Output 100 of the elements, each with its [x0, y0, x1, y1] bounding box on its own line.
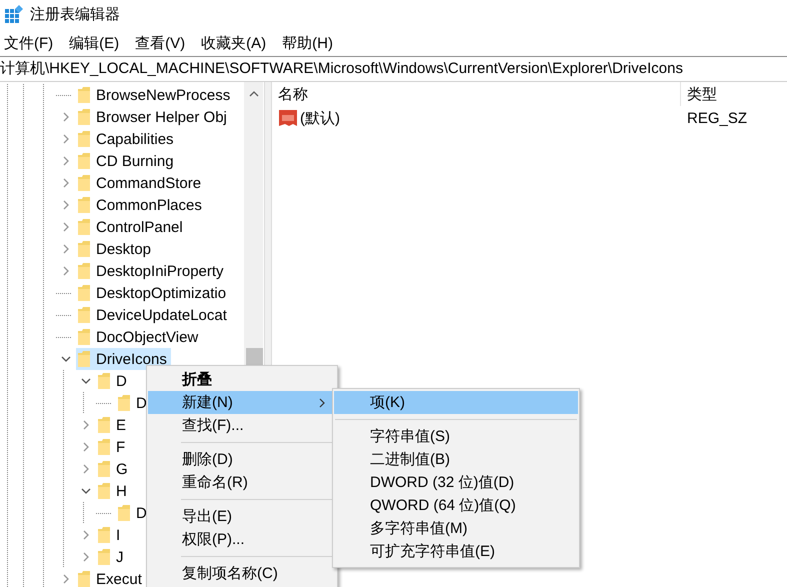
tree-label: Desktop — [96, 240, 152, 258]
menu-item[interactable]: 查看(V) — [131, 32, 192, 54]
tree-label: DesktopIniProperty — [96, 262, 224, 280]
tree-label: E — [116, 416, 126, 434]
expand-chevron-icon[interactable] — [63, 222, 69, 232]
tree-label: D — [136, 394, 147, 412]
folder-icon — [98, 482, 110, 500]
menu-option[interactable]: 重命名(R) — [148, 471, 336, 494]
tree-item[interactable]: DocObjectView — [76, 326, 202, 348]
tree-label: D — [136, 504, 147, 522]
tree-item[interactable]: CommonPlaces — [76, 194, 206, 216]
menu-option[interactable]: 多字符串值(M) — [334, 517, 578, 540]
tree-item[interactable]: J — [96, 546, 128, 568]
tree-label: I — [116, 526, 120, 544]
column-header[interactable]: 类型 — [681, 84, 717, 104]
expand-chevron-icon[interactable] — [63, 112, 69, 122]
folder-icon — [78, 152, 90, 170]
menu-option[interactable]: 可扩充字符串值(E) — [334, 540, 578, 563]
expand-chevron-icon[interactable] — [63, 156, 69, 166]
menu-item[interactable]: 收藏夹(A) — [197, 32, 272, 54]
menu-option[interactable]: QWORD (64 位)值(Q) — [334, 494, 578, 517]
tree-item[interactable]: F — [96, 436, 130, 458]
menu-option[interactable]: 折叠 — [148, 368, 336, 391]
tree-item[interactable]: D — [96, 370, 131, 392]
folder-icon — [78, 350, 90, 368]
tree-item[interactable]: G — [96, 458, 132, 480]
address-field[interactable]: 计算机\HKEY_LOCAL_MACHINE\SOFTWARE\Microsoft\Windows\CurrentVersion\Explorer\DriveIcons — [0, 56, 787, 82]
menu-option[interactable]: 导出(E) — [148, 505, 336, 528]
folder-icon — [118, 394, 130, 412]
window-title: 注册表编辑器 — [30, 4, 120, 24]
tree-item[interactable]: DriveIcons — [76, 348, 171, 370]
expand-chevron-icon[interactable] — [83, 464, 89, 474]
folder-icon — [78, 240, 90, 258]
column-header[interactable]: 名称 — [272, 82, 681, 106]
menu-option[interactable]: 二进制值(B) — [334, 448, 578, 471]
expand-chevron-icon[interactable] — [83, 552, 89, 562]
string-value-icon — [278, 108, 298, 128]
expand-chevron-icon[interactable] — [63, 178, 69, 188]
tree-label: Execut — [96, 570, 142, 587]
folder-icon — [98, 416, 110, 434]
expand-chevron-icon[interactable] — [83, 442, 89, 452]
folder-icon — [78, 284, 90, 302]
chevron-right-icon[interactable] — [319, 398, 325, 408]
tree-item[interactable]: ControlPanel — [76, 216, 187, 238]
value-name[interactable]: (默认) — [300, 108, 340, 128]
collapse-chevron-icon[interactable] — [81, 488, 91, 494]
tree-item[interactable]: DesktopIniProperty — [76, 260, 228, 282]
menu-option[interactable]: 权限(P)... — [148, 528, 336, 551]
tree-item[interactable]: CD Burning — [76, 150, 178, 172]
folder-icon — [78, 174, 90, 192]
collapse-chevron-icon[interactable] — [61, 356, 71, 362]
tree-item[interactable]: I — [96, 524, 124, 546]
tree-label: Capabilities — [96, 130, 174, 148]
tree-label: DocObjectView — [96, 328, 198, 346]
menu-item[interactable]: 文件(F) — [0, 32, 60, 54]
tree-label: CD Burning — [96, 152, 174, 170]
tree-item[interactable]: BrowseNewProcess — [76, 84, 234, 106]
folder-icon — [78, 570, 90, 587]
tree-item[interactable]: Execut — [76, 568, 146, 587]
menu-item[interactable]: 编辑(E) — [65, 32, 126, 54]
tree-label: D — [116, 372, 127, 390]
tree-item[interactable]: D — [116, 392, 151, 414]
menu-option[interactable]: 项(K) — [334, 391, 578, 414]
expand-chevron-icon[interactable] — [63, 134, 69, 144]
tree-item[interactable]: DesktopOptimizatio — [76, 282, 230, 304]
expand-chevron-icon[interactable] — [63, 266, 69, 276]
collapse-chevron-icon[interactable] — [81, 378, 91, 384]
menu-option[interactable]: 字符串值(S) — [334, 425, 578, 448]
folder-icon — [78, 196, 90, 214]
tree-item[interactable]: Desktop — [76, 238, 156, 260]
menu-option[interactable]: DWORD (32 位)值(D) — [334, 471, 578, 494]
tree-item[interactable]: CommandStore — [76, 172, 206, 194]
menu-item[interactable]: 帮助(H) — [278, 32, 339, 54]
tree-label: CommonPlaces — [96, 196, 202, 214]
folder-icon — [78, 306, 90, 324]
tree-label: CommandStore — [96, 174, 202, 192]
tree-label: BrowseNewProcess — [96, 86, 230, 104]
expand-chevron-icon[interactable] — [63, 200, 69, 210]
tree-item[interactable]: Capabilities — [76, 128, 178, 150]
tree-label: J — [116, 548, 124, 566]
folder-icon — [78, 218, 90, 236]
expand-chevron-icon[interactable] — [83, 530, 89, 540]
folder-icon — [98, 460, 110, 478]
scroll-up-icon[interactable] — [249, 91, 259, 97]
expand-chevron-icon[interactable] — [63, 244, 69, 254]
menu-option[interactable]: 复制项名称(C) — [148, 562, 336, 585]
menu-option[interactable]: 删除(D) — [148, 448, 336, 471]
tree-label: DeviceUpdateLocat — [96, 306, 227, 324]
expand-chevron-icon[interactable] — [63, 574, 69, 584]
menu-option[interactable]: 查找(F)... — [148, 414, 336, 437]
tree-item[interactable]: H — [96, 480, 131, 502]
tree-item[interactable]: DeviceUpdateLocat — [76, 304, 231, 326]
tree-item[interactable]: D — [116, 502, 151, 524]
tree-item[interactable]: E — [96, 414, 130, 436]
expand-chevron-icon[interactable] — [83, 420, 89, 430]
folder-icon — [98, 526, 110, 544]
folder-icon — [78, 328, 90, 346]
tree-item[interactable]: Browser Helper Obj — [76, 106, 231, 128]
folder-icon — [98, 438, 110, 456]
tree-label: G — [116, 460, 128, 478]
